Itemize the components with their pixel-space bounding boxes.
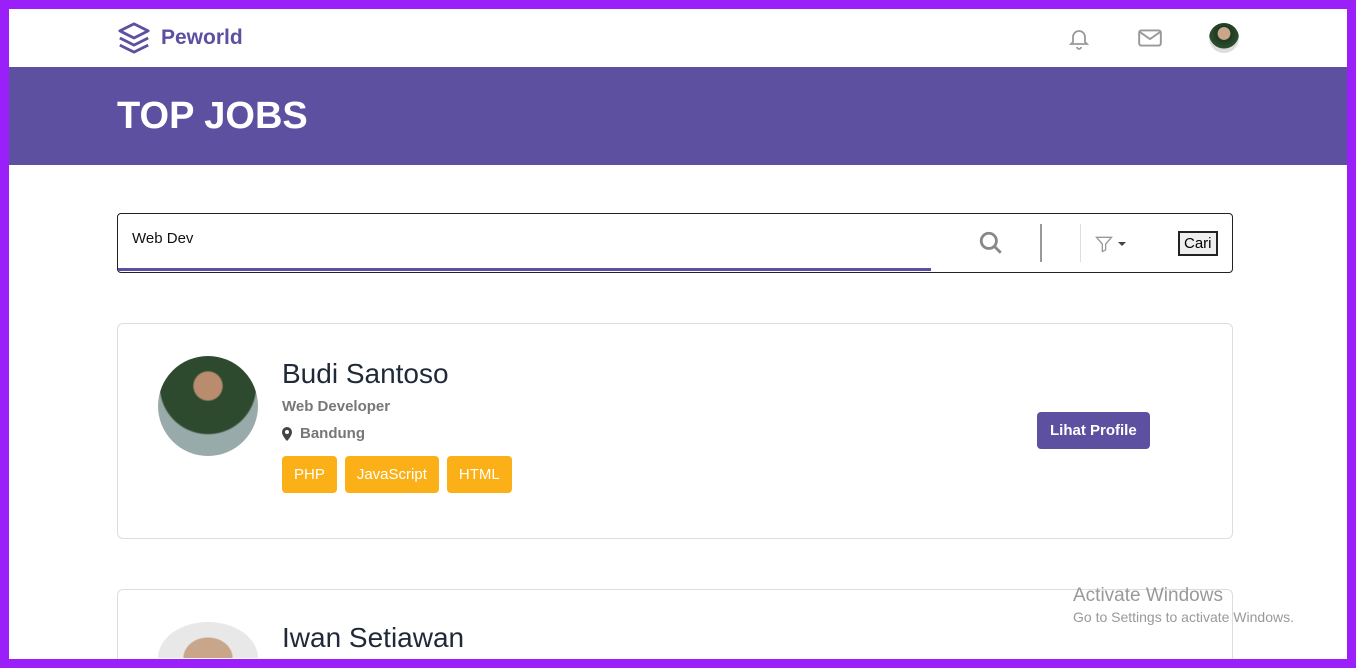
divider (1080, 224, 1081, 262)
windows-watermark: Activate Windows Go to Settings to activ… (1073, 585, 1294, 625)
search-underline (118, 268, 931, 271)
candidate-card: Budi Santoso Web Developer Bandung PHP J… (117, 323, 1233, 539)
filter-dropdown[interactable] (1094, 234, 1126, 254)
page: Peworld TOP JOBS Cari Budi Santoso Web D… (9, 9, 1347, 659)
layers-icon (118, 22, 150, 54)
hero-banner: TOP JOBS (9, 67, 1347, 165)
watermark-subtitle: Go to Settings to activate Windows. (1073, 609, 1294, 625)
divider (1040, 224, 1042, 262)
search-input[interactable] (132, 230, 912, 247)
filter-icon (1095, 236, 1113, 253)
search-icon[interactable] (978, 230, 1004, 256)
skill-badge: HTML (446, 456, 512, 493)
search-button[interactable]: Cari (1178, 231, 1218, 256)
bell-icon[interactable] (1067, 25, 1091, 51)
brand-logo[interactable]: Peworld (117, 21, 243, 55)
watermark-title: Activate Windows (1073, 585, 1223, 606)
brand-name: Peworld (161, 26, 243, 49)
view-profile-button[interactable]: Lihat Profile (1037, 412, 1150, 449)
search-bar: Cari (117, 213, 1233, 273)
candidate-location: Bandung (300, 425, 365, 442)
navbar: Peworld (9, 9, 1347, 67)
candidate-name: Budi Santoso (282, 358, 449, 389)
skill-badge: JavaScript (344, 456, 439, 493)
user-avatar[interactable] (1209, 23, 1239, 53)
candidate-card: Iwan Setiawan (117, 589, 1233, 659)
skill-badge: PHP (282, 456, 337, 493)
candidate-photo (158, 622, 258, 658)
candidate-name: Iwan Setiawan (282, 622, 465, 653)
mail-icon[interactable] (1137, 27, 1163, 49)
map-pin-icon (282, 426, 292, 441)
candidate-role: Web Developer (282, 398, 391, 415)
page-title: TOP JOBS (117, 94, 308, 137)
candidate-photo (158, 356, 258, 456)
caret-down-icon (1118, 242, 1126, 246)
